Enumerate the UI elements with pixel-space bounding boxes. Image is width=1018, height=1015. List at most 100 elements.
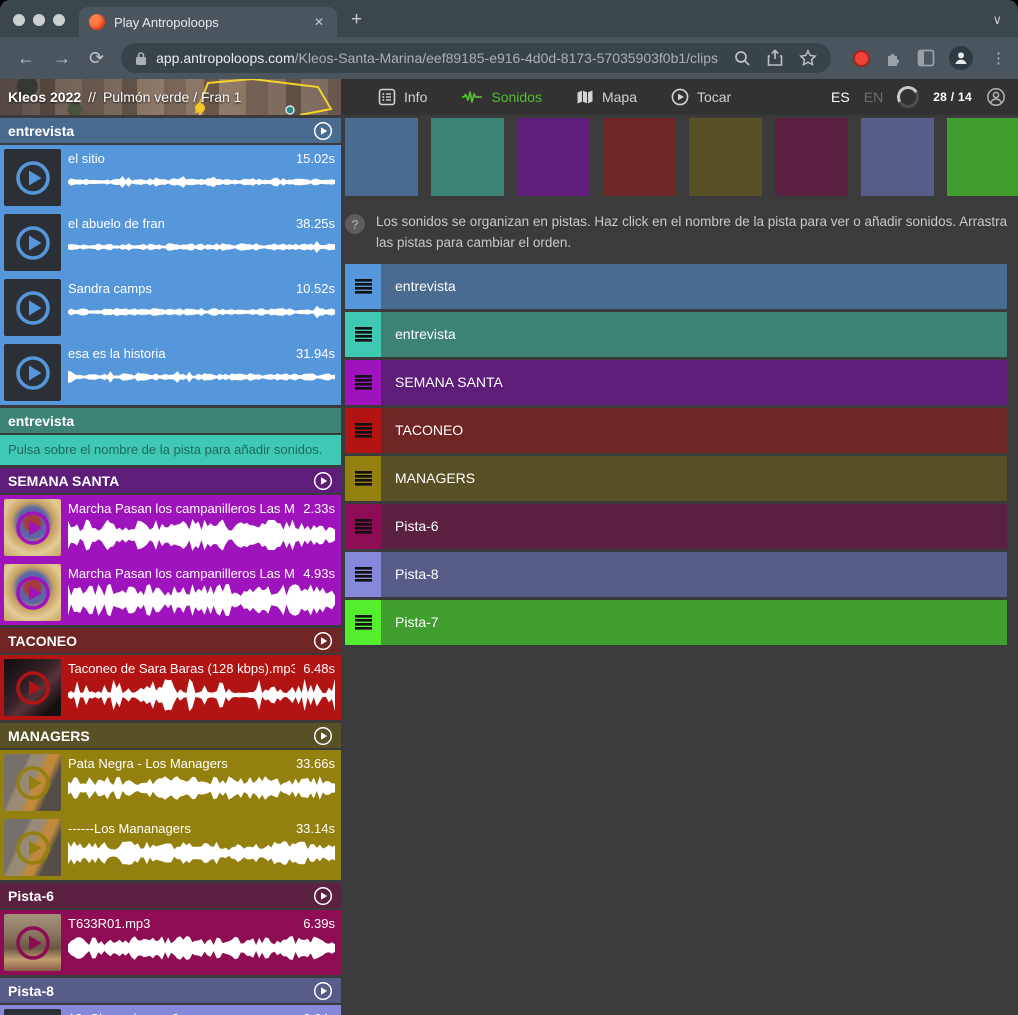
project-map-banner[interactable]: Kleos 2022 // Pulmón verde / Fran 1 [0,79,341,115]
sound-clip[interactable]: Marcha Pasan los campanilleros Las Mejor… [0,495,341,560]
clip-thumbnail[interactable] [4,659,61,716]
clip-thumbnail[interactable] [4,214,61,271]
waveform[interactable] [68,934,335,962]
minimize-window-button[interactable] [33,14,45,26]
clip-thumbnail[interactable] [4,819,61,876]
track-drag-handle[interactable] [345,600,381,645]
section-header[interactable]: entrevista [0,118,341,145]
nav-item-info[interactable]: Info [361,88,444,106]
track-name-button[interactable]: Pista-7 [381,600,1007,645]
clip-play-icon[interactable] [15,225,51,261]
section-header[interactable]: MANAGERS [0,723,341,750]
track-name-button[interactable]: Pista-6 [381,504,1007,549]
clip-thumbnail[interactable] [4,564,61,621]
waveform[interactable] [68,305,335,319]
profile-avatar[interactable] [949,46,973,70]
sound-clip[interactable]: el sitio 15.02s [0,145,341,210]
share-icon[interactable] [767,49,783,67]
clip-play-icon[interactable] [15,765,51,801]
record-indicator-icon[interactable] [853,50,870,67]
clip-thumbnail[interactable] [4,754,61,811]
clip-play-icon[interactable] [15,510,51,546]
extensions-puzzle-icon[interactable] [884,49,903,68]
track-drag-handle[interactable] [345,456,381,501]
sound-clip[interactable]: 13. Charradas.mp3 2.64s [0,1005,341,1015]
track-swatch[interactable] [861,118,934,196]
section-header[interactable]: entrevista [0,408,341,435]
waveform[interactable] [68,370,335,384]
track-row[interactable]: SEMANA SANTA [345,360,1007,405]
clip-thumbnail[interactable] [4,1009,61,1015]
sound-clip[interactable]: ------Los Mananagers 33.14s [0,815,341,880]
section-play-icon[interactable] [313,471,333,491]
close-window-button[interactable] [13,14,25,26]
section-play-icon[interactable] [313,726,333,746]
track-name-button[interactable]: TACONEO [381,408,1007,453]
track-row[interactable]: MANAGERS [345,456,1007,501]
lang-en-button[interactable]: EN [864,89,883,105]
track-drag-handle[interactable] [345,264,381,309]
track-swatch[interactable] [431,118,504,196]
clip-play-icon[interactable] [15,830,51,866]
browser-menu-icon[interactable]: ⋮ [987,49,1010,67]
tab-close-icon[interactable]: ✕ [311,13,327,31]
section-play-icon[interactable] [313,981,333,1001]
track-name-button[interactable]: entrevista [381,264,1007,309]
waveform[interactable] [68,584,335,616]
sound-clip[interactable]: Pata Negra - Los Managers 33.66s [0,750,341,815]
account-icon[interactable] [986,87,1006,107]
waveform[interactable] [68,774,335,802]
sound-clip[interactable]: Marcha Pasan los campanilleros Las Mejor… [0,560,341,625]
nav-item-tocar[interactable]: Tocar [654,88,748,106]
tab-search-chevron-icon[interactable]: ∨ [992,12,1002,28]
track-swatch[interactable] [775,118,848,196]
nav-item-mapa[interactable]: Mapa [559,89,654,105]
clip-play-icon[interactable] [15,575,51,611]
clip-thumbnail[interactable] [4,279,61,336]
track-drag-handle[interactable] [345,312,381,357]
track-row[interactable]: Pista-7 [345,600,1007,645]
track-row[interactable]: Pista-6 [345,504,1007,549]
section-play-icon[interactable] [313,121,333,141]
forward-button[interactable]: → [44,49,80,67]
clip-thumbnail[interactable] [4,914,61,971]
waveform[interactable] [68,839,335,867]
track-name-button[interactable]: Pista-8 [381,552,1007,597]
address-bar[interactable]: app.antropoloops.com/Kleos-Santa-Marina/… [121,43,831,73]
track-row[interactable]: entrevista [345,264,1007,309]
section-header[interactable]: SEMANA SANTA [0,468,341,495]
sound-clip[interactable]: T633R01.mp3 6.39s [0,910,341,975]
track-drag-handle[interactable] [345,504,381,549]
section-header[interactable]: TACONEO [0,628,341,655]
browser-tab[interactable]: Play Antropoloops ✕ [79,7,337,37]
zoom-page-icon[interactable] [734,50,751,67]
section-header[interactable]: Pista-8 [0,978,341,1005]
lang-es-button[interactable]: ES [831,89,850,105]
new-tab-button[interactable]: + [337,9,362,37]
bookmark-star-icon[interactable] [799,49,817,67]
clip-thumbnail[interactable] [4,344,61,401]
section-play-icon[interactable] [313,631,333,651]
waveform[interactable] [68,519,335,551]
sound-clip[interactable]: Sandra camps 10.52s [0,275,341,340]
track-swatch[interactable] [517,118,590,196]
track-drag-handle[interactable] [345,360,381,405]
empty-track-message[interactable]: Pulsa sobre el nombre de la pista para a… [0,435,341,465]
track-name-button[interactable]: SEMANA SANTA [381,360,1007,405]
clip-play-icon[interactable] [15,290,51,326]
waveform[interactable] [68,175,335,189]
track-swatch[interactable] [947,118,1018,196]
sound-clip[interactable]: Taconeo de Sara Baras (128 kbps).mp3 6.4… [0,655,341,720]
clip-play-icon[interactable] [15,670,51,706]
side-panel-icon[interactable] [917,49,935,67]
track-swatch[interactable] [689,118,762,196]
nav-item-sonidos[interactable]: Sonidos [444,89,559,105]
track-name-button[interactable]: MANAGERS [381,456,1007,501]
track-name-button[interactable]: entrevista [381,312,1007,357]
track-drag-handle[interactable] [345,552,381,597]
sound-clip[interactable]: esa es la historia 31.94s [0,340,341,405]
track-drag-handle[interactable] [345,408,381,453]
track-swatch[interactable] [603,118,676,196]
clip-play-icon[interactable] [15,160,51,196]
track-row[interactable]: TACONEO [345,408,1007,453]
